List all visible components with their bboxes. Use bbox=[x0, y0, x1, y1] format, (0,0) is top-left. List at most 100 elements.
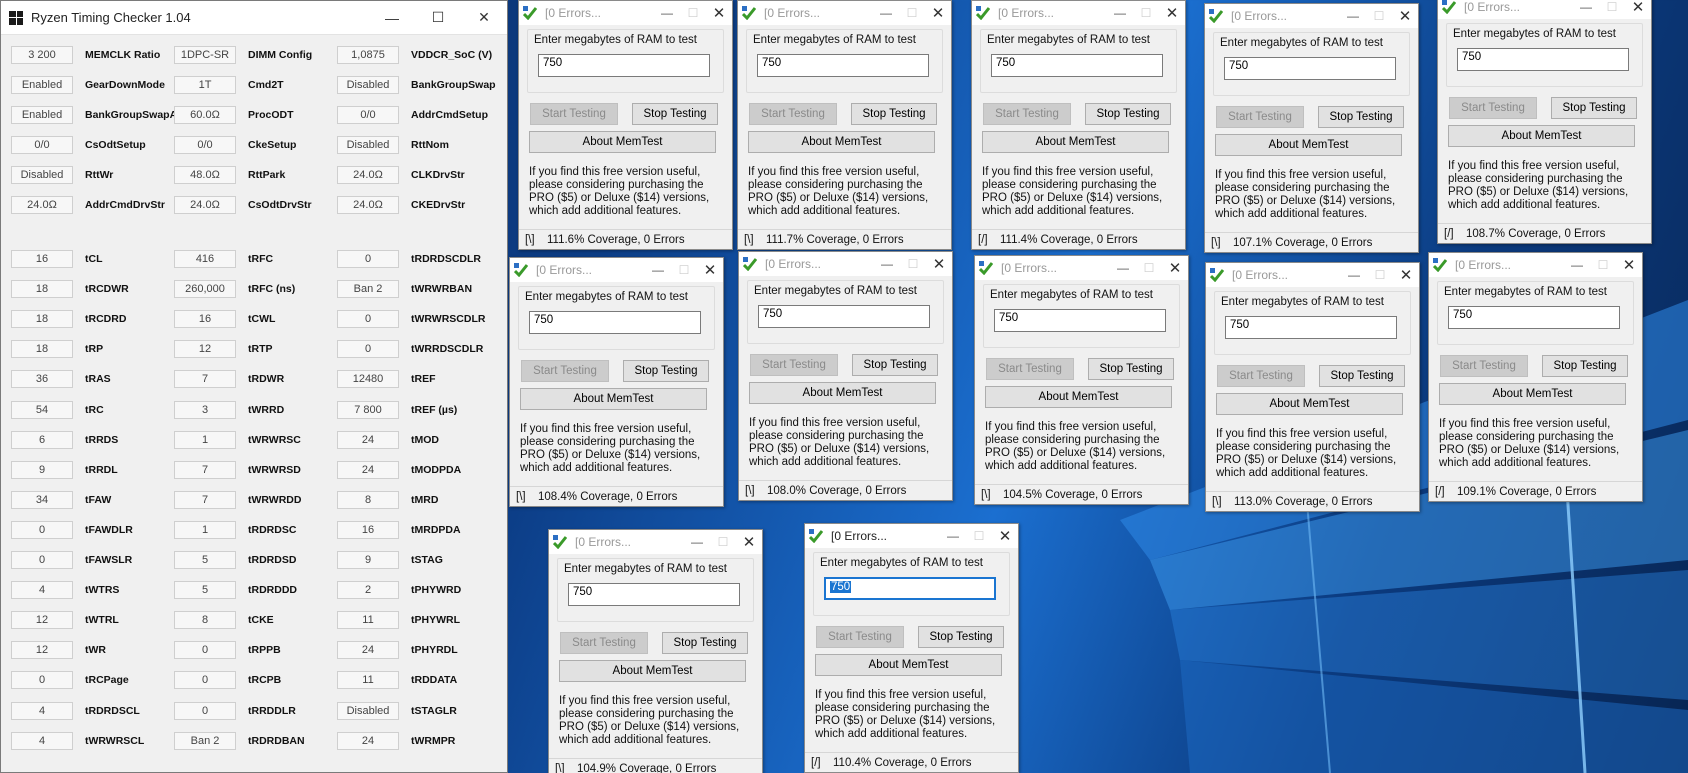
coverage-status: 104.9% Coverage, 0 Errors bbox=[577, 762, 717, 773]
minimize-button[interactable]: — bbox=[1341, 263, 1367, 287]
close-button[interactable]: ✕ bbox=[925, 1, 951, 25]
minimize-button[interactable]: — bbox=[1107, 1, 1133, 25]
ram-megabytes-input[interactable]: 750 bbox=[568, 583, 740, 606]
close-button[interactable]: ✕ bbox=[461, 1, 507, 35]
close-button[interactable]: ✕ bbox=[1392, 4, 1418, 28]
start-testing-button[interactable]: Start Testing bbox=[530, 103, 618, 125]
stop-testing-button[interactable]: Stop Testing bbox=[662, 632, 748, 654]
about-memtest-button[interactable]: About MemTest bbox=[982, 131, 1169, 153]
rtc-titlebar[interactable]: Ryzen Timing Checker 1.04 — ☐ ✕ bbox=[1, 1, 507, 35]
about-memtest-button[interactable]: About MemTest bbox=[748, 131, 935, 153]
ram-megabytes-input[interactable]: 750 bbox=[538, 54, 710, 77]
close-button[interactable]: ✕ bbox=[736, 530, 762, 554]
ram-megabytes-input[interactable]: 750 bbox=[1224, 57, 1396, 80]
close-button[interactable]: ✕ bbox=[926, 252, 952, 276]
start-testing-button[interactable]: Start Testing bbox=[1217, 365, 1305, 387]
minimize-button[interactable]: — bbox=[684, 530, 710, 554]
memtest-titlebar[interactable]: [0 Errors... — ☐ ✕ bbox=[738, 1, 951, 25]
minimize-button[interactable]: — bbox=[1340, 4, 1366, 28]
ram-megabytes-input[interactable]: 750 bbox=[994, 309, 1166, 332]
memtest-titlebar[interactable]: [0 Errors... — ☐ ✕ bbox=[1205, 4, 1418, 28]
stop-testing-button[interactable]: Stop Testing bbox=[851, 103, 937, 125]
param-row: 7 tWRWRDD bbox=[174, 490, 301, 510]
stop-testing-button[interactable]: Stop Testing bbox=[1319, 365, 1405, 387]
memtest-titlebar[interactable]: [0 Errors... — ☐ ✕ bbox=[739, 252, 952, 276]
param-value: 6 bbox=[11, 430, 73, 449]
close-button[interactable]: ✕ bbox=[1393, 263, 1419, 287]
minimize-button[interactable]: — bbox=[1573, 0, 1599, 19]
start-testing-button[interactable]: Start Testing bbox=[560, 632, 648, 654]
close-button[interactable]: ✕ bbox=[1159, 1, 1185, 25]
about-memtest-button[interactable]: About MemTest bbox=[815, 654, 1002, 676]
about-memtest-button[interactable]: About MemTest bbox=[1448, 125, 1635, 147]
param-label: tRDRDSCDLR bbox=[411, 253, 481, 265]
stop-testing-button[interactable]: Stop Testing bbox=[1088, 358, 1174, 380]
ram-megabytes-input[interactable]: 750 bbox=[991, 54, 1163, 77]
ram-megabytes-input[interactable]: 750 bbox=[758, 305, 930, 328]
start-testing-button[interactable]: Start Testing bbox=[983, 103, 1071, 125]
memtest-titlebar[interactable]: [0 Errors... — ☐ ✕ bbox=[1429, 253, 1642, 277]
stop-testing-button[interactable]: Stop Testing bbox=[1551, 97, 1637, 119]
minimize-button[interactable]: — bbox=[1564, 253, 1590, 277]
minimize-button[interactable]: — bbox=[1110, 256, 1136, 280]
close-button[interactable]: ✕ bbox=[697, 258, 723, 282]
minimize-button[interactable]: — bbox=[369, 1, 415, 35]
about-memtest-button[interactable]: About MemTest bbox=[1216, 393, 1403, 415]
memtest-titlebar[interactable]: [0 Errors... — ☐ ✕ bbox=[972, 1, 1185, 25]
memtest-titlebar[interactable]: [0 Errors... — ☐ ✕ bbox=[1438, 0, 1651, 19]
start-testing-button[interactable]: Start Testing bbox=[749, 103, 837, 125]
minimize-button[interactable]: — bbox=[645, 258, 671, 282]
memtest-titlebar[interactable]: [0 Errors... — ☐ ✕ bbox=[1206, 263, 1419, 287]
minimize-button[interactable]: — bbox=[873, 1, 899, 25]
ram-megabytes-input[interactable]: 750 bbox=[529, 311, 701, 334]
param-value: 0/0 bbox=[11, 136, 73, 154]
stop-testing-button[interactable]: Stop Testing bbox=[1318, 106, 1404, 128]
minimize-button[interactable]: — bbox=[654, 1, 680, 25]
about-memtest-button[interactable]: About MemTest bbox=[520, 388, 707, 410]
ram-megabytes-input[interactable]: 750 bbox=[1448, 306, 1620, 329]
close-button[interactable]: ✕ bbox=[1616, 253, 1642, 277]
stop-testing-button[interactable]: Stop Testing bbox=[1542, 355, 1628, 377]
param-label: tWTRS bbox=[85, 584, 120, 597]
stop-testing-button[interactable]: Stop Testing bbox=[632, 103, 718, 125]
ram-megabytes-input[interactable]: 750 bbox=[1225, 316, 1397, 339]
ram-megabytes-input[interactable]: 750 bbox=[1457, 48, 1629, 71]
start-testing-button[interactable]: Start Testing bbox=[750, 354, 838, 376]
memtest-titlebar[interactable]: [0 Errors... — ☐ ✕ bbox=[510, 258, 723, 282]
close-button[interactable]: ✕ bbox=[1625, 0, 1651, 19]
stop-testing-button[interactable]: Stop Testing bbox=[1085, 103, 1171, 125]
ram-megabytes-input[interactable]: 750 bbox=[824, 577, 996, 600]
start-testing-button[interactable]: Start Testing bbox=[1216, 106, 1304, 128]
param-row: 5 tRDRDSD bbox=[174, 550, 296, 570]
param-row: 24 tWRMPR bbox=[337, 731, 455, 751]
memtest-titlebar[interactable]: [0 Errors... — ☐ ✕ bbox=[975, 256, 1188, 280]
stop-testing-button[interactable]: Stop Testing bbox=[918, 626, 1004, 648]
memtest-titlebar[interactable]: [0 Errors... — ☐ ✕ bbox=[519, 1, 732, 25]
stop-testing-button[interactable]: Stop Testing bbox=[623, 360, 709, 382]
upgrade-info-text: If you find this free version useful, pl… bbox=[1448, 160, 1629, 211]
close-button[interactable]: ✕ bbox=[992, 524, 1018, 548]
minimize-button[interactable]: — bbox=[874, 252, 900, 276]
about-memtest-button[interactable]: About MemTest bbox=[559, 660, 746, 682]
start-testing-button[interactable]: Start Testing bbox=[986, 358, 1074, 380]
param-label: tRDRDBAN bbox=[248, 734, 305, 747]
about-memtest-button[interactable]: About MemTest bbox=[749, 382, 936, 404]
start-testing-button[interactable]: Start Testing bbox=[521, 360, 609, 382]
ram-megabytes-input[interactable]: 750 bbox=[757, 54, 929, 77]
memtest-titlebar[interactable]: [0 Errors... — ☐ ✕ bbox=[549, 530, 762, 554]
stop-testing-button[interactable]: Stop Testing bbox=[852, 354, 938, 376]
close-button[interactable]: ✕ bbox=[1162, 256, 1188, 280]
param-label: RttNom bbox=[411, 139, 449, 151]
about-memtest-button[interactable]: About MemTest bbox=[985, 386, 1172, 408]
memtest-app-icon bbox=[979, 261, 993, 275]
start-testing-button[interactable]: Start Testing bbox=[1440, 355, 1528, 377]
start-testing-button[interactable]: Start Testing bbox=[1449, 97, 1537, 119]
about-memtest-button[interactable]: About MemTest bbox=[1439, 383, 1626, 405]
minimize-button[interactable]: — bbox=[940, 524, 966, 548]
close-button[interactable]: ✕ bbox=[706, 1, 732, 25]
about-memtest-button[interactable]: About MemTest bbox=[529, 131, 716, 153]
start-testing-button[interactable]: Start Testing bbox=[816, 626, 904, 648]
maximize-button[interactable]: ☐ bbox=[415, 1, 461, 35]
about-memtest-button[interactable]: About MemTest bbox=[1215, 134, 1402, 156]
memtest-titlebar[interactable]: [0 Errors... — ☐ ✕ bbox=[805, 524, 1018, 548]
